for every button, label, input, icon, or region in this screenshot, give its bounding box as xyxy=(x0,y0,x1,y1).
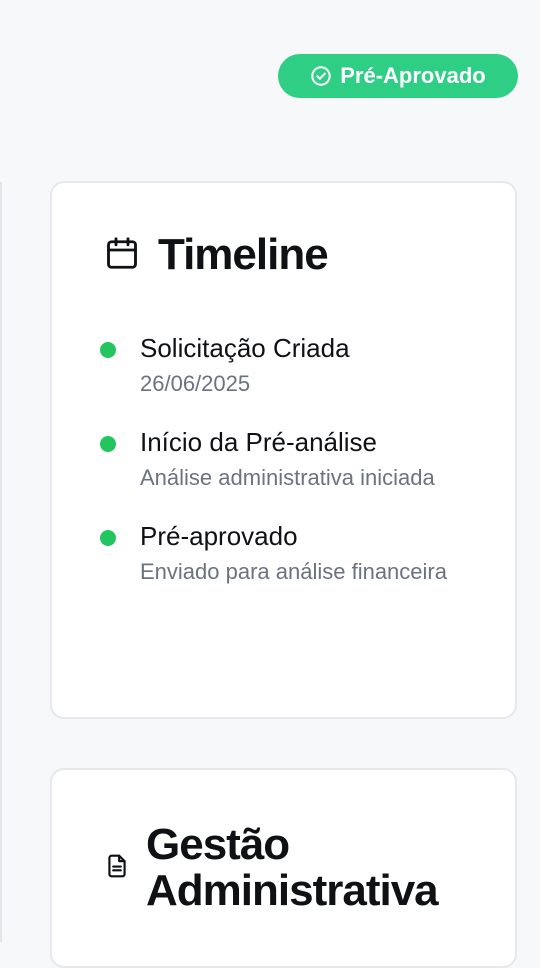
status-badge: Pré-Aprovado xyxy=(278,54,518,98)
timeline-item-title: Solicitação Criada xyxy=(140,333,350,363)
gestao-card: Gestão Administrativa xyxy=(50,768,517,968)
timeline-dot xyxy=(100,436,116,452)
timeline-item-subtitle: Enviado para análise financeira xyxy=(140,559,447,584)
status-badge-label: Pré-Aprovado xyxy=(340,63,486,88)
calendar-icon xyxy=(104,234,140,277)
circle-check-icon xyxy=(310,65,332,87)
timeline-title: Timeline xyxy=(158,230,329,279)
timeline-header: Timeline xyxy=(104,230,329,279)
timeline-dot xyxy=(100,530,116,546)
timeline-item-title: Início da Pré-análise xyxy=(140,427,378,457)
gestao-header: Gestão Administrativa xyxy=(104,820,515,916)
timeline-list: Solicitação Criada 26/06/2025 Início da … xyxy=(100,328,480,610)
timeline-item-subtitle: 26/06/2025 xyxy=(140,371,251,396)
timeline-item: Solicitação Criada 26/06/2025 xyxy=(100,328,480,400)
gestao-title: Gestão Administrativa xyxy=(146,820,439,916)
timeline-item-title: Pré-aprovado xyxy=(140,521,298,551)
left-panel-edge xyxy=(0,182,2,942)
timeline-item: Início da Pré-análise Análise administra… xyxy=(100,422,480,494)
document-icon xyxy=(104,851,130,886)
timeline-dot xyxy=(100,342,116,358)
timeline-card: Timeline Solicitação Criada 26/06/2025 I… xyxy=(50,181,517,719)
timeline-item-subtitle: Análise administrativa iniciada xyxy=(140,465,435,490)
timeline-item: Pré-aprovado Enviado para análise financ… xyxy=(100,516,480,588)
